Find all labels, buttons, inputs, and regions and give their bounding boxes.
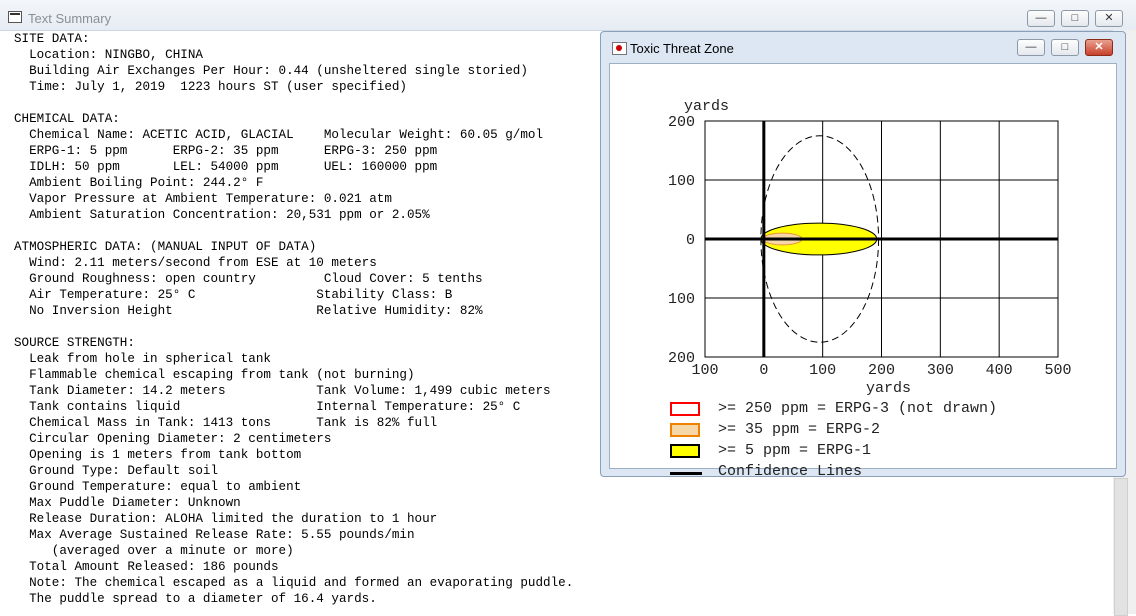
y-tick-label: 200: [668, 350, 695, 367]
legend-label-erpg2: >= 35 ppm = ERPG-2: [718, 421, 881, 438]
summary-line: (averaged over a minute or more): [14, 544, 294, 558]
main-window-title: Text Summary: [28, 11, 112, 26]
summary-line: Location: NINGBO, CHINA: [14, 48, 203, 62]
maximize-button[interactable]: □: [1061, 10, 1089, 27]
summary-line: Time: July 1, 2019 1223 hours ST (user s…: [14, 80, 407, 94]
ttz-close-button[interactable]: ✕: [1085, 39, 1113, 56]
summary-line: Chemical Mass in Tank: 1413 tons Tank is…: [14, 416, 438, 430]
legend-label-erpg3: >= 250 ppm = ERPG-3 (not drawn): [718, 400, 998, 417]
x-tick-label: 300: [927, 362, 954, 379]
ttz-minimize-button[interactable]: —: [1017, 39, 1045, 56]
summary-line: [14, 223, 573, 239]
threat-zone-icon: [612, 42, 627, 55]
summary-line: Chemical Name: ACETIC ACID, GLACIAL Mole…: [14, 128, 544, 142]
summary-line: Ground Type: Default soil: [14, 464, 219, 478]
y-tick-label: 200: [668, 114, 695, 131]
x-tick-label: 100: [809, 362, 836, 379]
summary-line: Circular Opening Diameter: 2 centimeters: [14, 432, 332, 446]
ttz-maximize-button[interactable]: □: [1051, 39, 1079, 56]
x-tick-label: 400: [986, 362, 1013, 379]
window-app-icon: [8, 11, 22, 23]
ttz-content: 100 0 100 200 300 400 500 200 100 0 100 200 yards y…: [609, 63, 1117, 480]
summary-line: No Inversion Height Relative Humidity: 8…: [14, 304, 483, 318]
x-tick-label: 0: [759, 362, 768, 379]
summary-line: Ambient Boiling Point: 244.2° F: [14, 176, 264, 190]
ttz-title-bar[interactable]: Toxic Threat Zone — □ ✕: [601, 32, 1125, 62]
toxic-threat-zone-window: Toxic Threat Zone — □ ✕ 100 0 100 200 300 400…: [600, 31, 1126, 480]
summary-line: SOURCE STRENGTH:: [14, 336, 135, 350]
y-axis-label: yards: [684, 98, 729, 115]
x-tick-label: 100: [691, 362, 718, 379]
scrollbar-thumb[interactable]: [1114, 478, 1128, 616]
y-tick-label: 100: [668, 173, 695, 190]
summary-line: Flammable chemical escaping from tank (n…: [14, 368, 415, 382]
summary-line: SITE DATA:: [14, 32, 90, 46]
x-tick-label: 200: [868, 362, 895, 379]
legend-swatch-confidence-line: [670, 472, 702, 475]
summary-line: Max Puddle Diameter: Unknown: [14, 496, 241, 510]
summary-line: Ambient Saturation Concentration: 20,531…: [14, 208, 430, 222]
summary-text: SITE DATA: Location: NINGBO, CHINA Build…: [14, 31, 573, 607]
summary-line: CHEMICAL DATA:: [14, 112, 120, 126]
summary-line: [14, 95, 573, 111]
close-icon: ✕: [1094, 41, 1104, 53]
legend-swatch-erpg2: [670, 423, 700, 437]
x-axis-label: yards: [866, 380, 911, 397]
summary-line: ATMOSPHERIC DATA: (MANUAL INPUT OF DATA): [14, 240, 317, 254]
close-button[interactable]: ✕: [1095, 10, 1123, 27]
x-tick-label: 500: [1044, 362, 1071, 379]
summary-line: Release Duration: ALOHA limited the dura…: [14, 512, 438, 526]
minimize-button[interactable]: —: [1027, 10, 1055, 27]
minimize-icon: —: [1035, 12, 1047, 24]
legend-label-erpg1: >= 5 ppm = ERPG-1: [718, 442, 872, 459]
summary-line: Ground Roughness: open country Cloud Cov…: [14, 272, 483, 286]
summary-line: Vapor Pressure at Ambient Temperature: 0…: [14, 192, 392, 206]
summary-line: [14, 319, 573, 335]
summary-line: Opening is 1 meters from tank bottom: [14, 448, 302, 462]
summary-line: Total Amount Released: 186 pounds: [14, 560, 279, 574]
maximize-icon: □: [1071, 12, 1079, 24]
y-tick-label: 100: [668, 291, 695, 308]
summary-line: Tank Diameter: 14.2 meters Tank Volume: …: [14, 384, 551, 398]
main-title-bar[interactable]: Text Summary — □ ✕: [0, 0, 1136, 31]
summary-line: Air Temperature: 25° C Stability Class: …: [14, 288, 453, 302]
legend-label-confidence: Confidence Lines: [718, 463, 863, 480]
minimize-icon: —: [1025, 41, 1037, 53]
y-tick-label: 0: [686, 232, 695, 249]
summary-line: Tank contains liquid Internal Temperatur…: [14, 400, 521, 414]
summary-line: IDLH: 50 ppm LEL: 54000 ppm UEL: 160000 …: [14, 160, 438, 174]
summary-line: Building Air Exchanges Per Hour: 0.44 (u…: [14, 64, 528, 78]
summary-line: Wind: 2.11 meters/second from ESE at 10 …: [14, 256, 377, 270]
maximize-icon: □: [1061, 41, 1069, 53]
ttz-window-title: Toxic Threat Zone: [630, 41, 734, 56]
legend-swatch-erpg1: [670, 444, 700, 458]
summary-line: Max Average Sustained Release Rate: 5.55…: [14, 528, 415, 542]
legend-swatch-erpg3: [670, 402, 700, 416]
summary-line: The puddle spread to a diameter of 16.4 …: [14, 592, 377, 606]
summary-line: ERPG-1: 5 ppm ERPG-2: 35 ppm ERPG-3: 250…: [14, 144, 438, 158]
close-icon: ✕: [1104, 12, 1114, 24]
summary-line: Ground Temperature: equal to ambient: [14, 480, 302, 494]
summary-line: Leak from hole in spherical tank: [14, 352, 271, 366]
summary-line: Note: The chemical escaped as a liquid a…: [14, 576, 574, 590]
